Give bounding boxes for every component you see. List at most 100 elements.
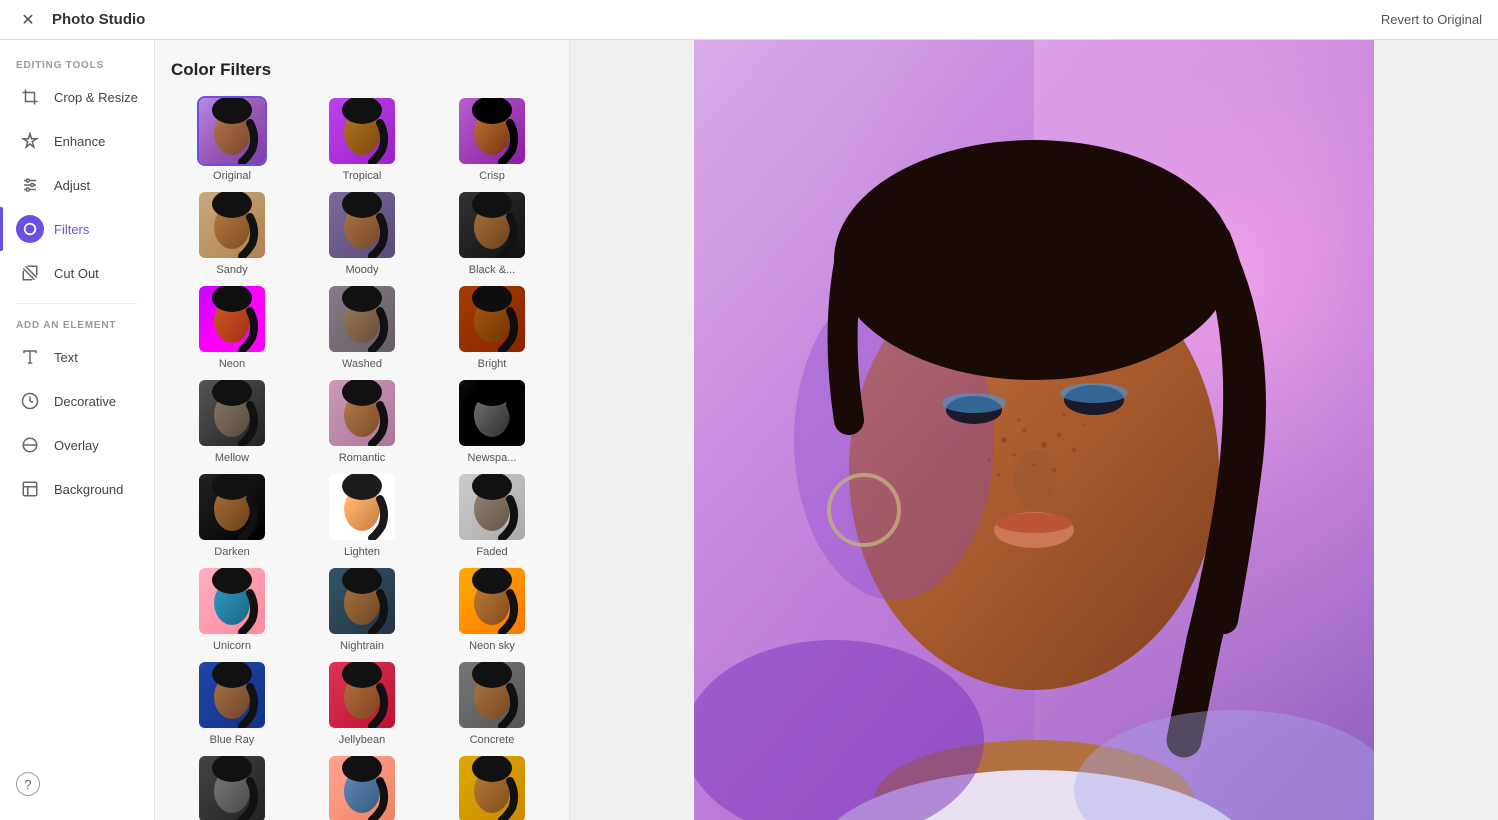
sidebar-item-filters[interactable]: Filters bbox=[0, 207, 154, 251]
left-sidebar: EDITING TOOLS Crop & Resize Enhance bbox=[0, 40, 155, 820]
filter-thumb-neon bbox=[197, 284, 267, 354]
filter-thumb-bright bbox=[457, 284, 527, 354]
filter-item-romantic[interactable]: Romantic bbox=[301, 378, 423, 464]
filter-thumb-black bbox=[457, 190, 527, 260]
canvas-area bbox=[570, 40, 1498, 820]
filter-color-more2 bbox=[329, 756, 395, 820]
filter-color-concrete bbox=[459, 662, 525, 728]
filter-item-lighten[interactable]: Lighten bbox=[301, 472, 423, 558]
sidebar-item-cutout[interactable]: Cut Out bbox=[0, 251, 154, 295]
filter-item-mellow[interactable]: Mellow bbox=[171, 378, 293, 464]
filter-color-more1 bbox=[199, 756, 265, 820]
sidebar-item-text[interactable]: Text bbox=[0, 335, 154, 379]
filter-item-bright[interactable]: Bright bbox=[431, 284, 553, 370]
filter-item-washed[interactable]: Washed bbox=[301, 284, 423, 370]
filter-item-faded[interactable]: Faded bbox=[431, 472, 553, 558]
filter-name-mellow: Mellow bbox=[215, 452, 249, 464]
revert-button[interactable]: Revert to Original bbox=[1381, 12, 1482, 27]
filter-item-more3[interactable] bbox=[431, 754, 553, 820]
editing-tools-label: EDITING TOOLS bbox=[0, 52, 154, 75]
filter-color-moody bbox=[329, 192, 395, 258]
decorative-icon bbox=[16, 387, 44, 415]
filter-color-faded bbox=[459, 474, 525, 540]
filter-panel: Color Filters Original Tropical bbox=[155, 40, 570, 820]
filter-thumb-blueray bbox=[197, 660, 267, 730]
filter-item-more2[interactable] bbox=[301, 754, 423, 820]
filter-color-black bbox=[459, 192, 525, 258]
filter-thumb-faded bbox=[457, 472, 527, 542]
filter-color-tropical bbox=[329, 98, 395, 164]
filter-name-nightrain: Nightrain bbox=[340, 640, 384, 652]
filter-item-nightrain[interactable]: Nightrain bbox=[301, 566, 423, 652]
filter-item-concrete[interactable]: Concrete bbox=[431, 660, 553, 746]
adjust-icon bbox=[16, 171, 44, 199]
filter-item-darken[interactable]: Darken bbox=[171, 472, 293, 558]
enhance-label: Enhance bbox=[54, 134, 105, 149]
sidebar-item-adjust[interactable]: Adjust bbox=[0, 163, 154, 207]
filter-name-romantic: Romantic bbox=[339, 452, 385, 464]
background-label: Background bbox=[54, 482, 123, 497]
filter-item-sandy[interactable]: Sandy bbox=[171, 190, 293, 276]
text-icon bbox=[16, 343, 44, 371]
filter-item-original[interactable]: Original bbox=[171, 96, 293, 182]
filter-thumb-more3 bbox=[457, 754, 527, 820]
filter-item-neon[interactable]: Neon bbox=[171, 284, 293, 370]
filter-color-jellybean bbox=[329, 662, 395, 728]
filter-item-tropical[interactable]: Tropical bbox=[301, 96, 423, 182]
filter-name-crisp: Crisp bbox=[479, 170, 505, 182]
filter-color-washed bbox=[329, 286, 395, 352]
close-button[interactable]: ✕ bbox=[16, 8, 40, 32]
sidebar-item-background[interactable]: Background bbox=[0, 467, 154, 511]
filter-thumb-darken bbox=[197, 472, 267, 542]
filter-item-unicorn[interactable]: Unicorn bbox=[171, 566, 293, 652]
filter-item-jellybean[interactable]: Jellybean bbox=[301, 660, 423, 746]
filter-color-sandy bbox=[199, 192, 265, 258]
sidebar-item-decorative[interactable]: Decorative bbox=[0, 379, 154, 423]
decorative-label: Decorative bbox=[54, 394, 116, 409]
filter-color-mellow bbox=[199, 380, 265, 446]
filter-name-black: Black &... bbox=[469, 264, 515, 276]
filter-item-more1[interactable] bbox=[171, 754, 293, 820]
sidebar-divider bbox=[16, 303, 138, 304]
filter-thumb-nightrain bbox=[327, 566, 397, 636]
crop-label: Crop & Resize bbox=[54, 90, 138, 105]
filter-name-neon: Neon bbox=[219, 358, 245, 370]
adjust-label: Adjust bbox=[54, 178, 90, 193]
main-area: EDITING TOOLS Crop & Resize Enhance bbox=[0, 40, 1498, 820]
filter-item-blueray[interactable]: Blue Ray bbox=[171, 660, 293, 746]
sidebar-item-crop[interactable]: Crop & Resize bbox=[0, 75, 154, 119]
filter-color-blueray bbox=[199, 662, 265, 728]
filter-item-newspaper[interactable]: Newspa... bbox=[431, 378, 553, 464]
filter-color-neonsky bbox=[459, 568, 525, 634]
filter-item-crisp[interactable]: Crisp bbox=[431, 96, 553, 182]
text-label: Text bbox=[54, 350, 78, 365]
filter-thumb-crisp bbox=[457, 96, 527, 166]
filter-thumb-romantic bbox=[327, 378, 397, 448]
filter-name-bright: Bright bbox=[478, 358, 507, 370]
filter-name-washed: Washed bbox=[342, 358, 382, 370]
filter-color-darken bbox=[199, 474, 265, 540]
filter-thumb-sandy bbox=[197, 190, 267, 260]
filter-name-faded: Faded bbox=[476, 546, 507, 558]
sidebar-item-enhance[interactable]: Enhance bbox=[0, 119, 154, 163]
filter-item-neonsky[interactable]: Neon sky bbox=[431, 566, 553, 652]
panel-title: Color Filters bbox=[171, 60, 553, 80]
filter-thumb-newspaper bbox=[457, 378, 527, 448]
sidebar-item-overlay[interactable]: Overlay bbox=[0, 423, 154, 467]
filter-color-newspaper bbox=[459, 380, 525, 446]
help-button[interactable]: ? bbox=[16, 772, 40, 796]
filter-name-unicorn: Unicorn bbox=[213, 640, 251, 652]
filter-item-moody[interactable]: Moody bbox=[301, 190, 423, 276]
filter-name-original: Original bbox=[213, 170, 251, 182]
filter-color-crisp bbox=[459, 98, 525, 164]
filter-color-nightrain bbox=[329, 568, 395, 634]
filter-item-black[interactable]: Black &... bbox=[431, 190, 553, 276]
background-icon bbox=[16, 475, 44, 503]
filter-name-neonsky: Neon sky bbox=[469, 640, 515, 652]
filter-thumb-more2 bbox=[327, 754, 397, 820]
overlay-label: Overlay bbox=[54, 438, 99, 453]
filters-label: Filters bbox=[54, 222, 89, 237]
overlay-icon bbox=[16, 431, 44, 459]
filter-name-darken: Darken bbox=[214, 546, 249, 558]
enhance-icon bbox=[16, 127, 44, 155]
